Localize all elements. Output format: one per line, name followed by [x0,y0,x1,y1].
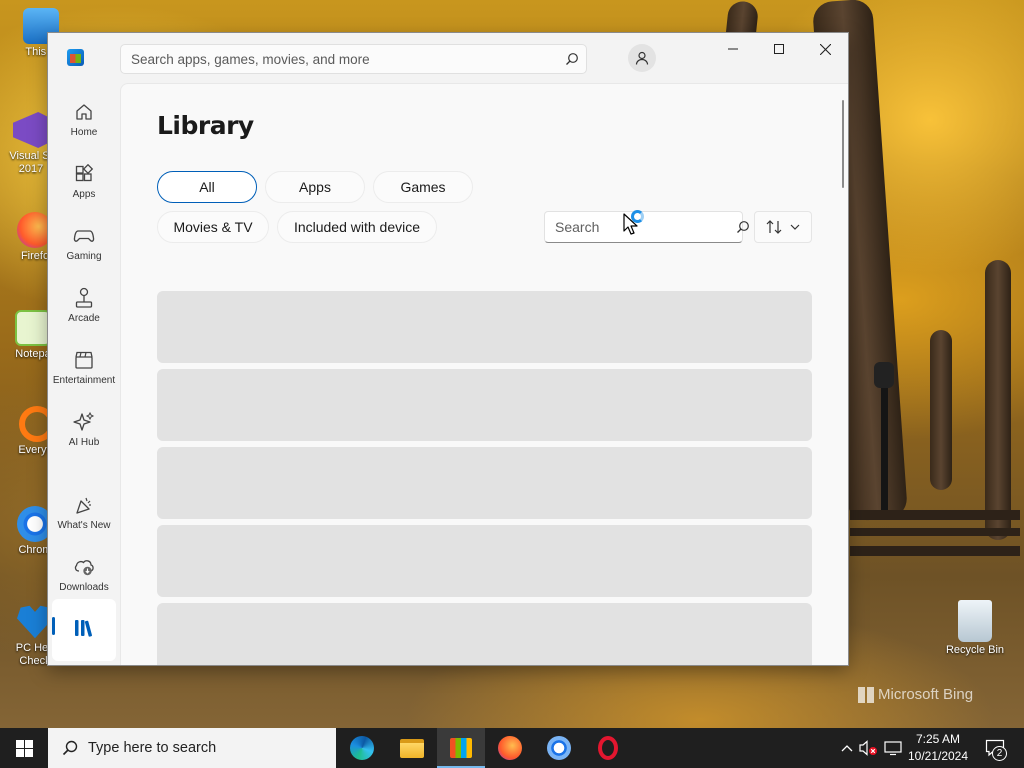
desktop-icon-recycle-bin[interactable]: Recycle Bin [942,600,1008,657]
download-cloud-icon [73,556,95,578]
windows-logo-icon [858,686,874,703]
bing-watermark: Microsoft Bing [858,686,973,703]
minimize-button[interactable] [710,33,756,65]
filter-all[interactable]: All [157,171,257,203]
volume-button[interactable] [858,728,880,768]
party-icon [73,494,95,516]
home-icon [73,101,95,123]
search-icon [62,740,78,756]
filter-apps[interactable]: Apps [265,171,365,203]
nav-item-whats-new[interactable]: What's New [52,484,116,540]
taskbar-microsoft-store[interactable] [437,728,485,768]
taskbar-firefox[interactable] [486,728,534,768]
taskbar-clock[interactable]: 7:25 AM 10/21/2024 [904,731,972,765]
nav-item-gaming[interactable]: Gaming [52,215,116,271]
busy-spinner-icon [631,210,644,223]
search-icon[interactable] [558,45,586,73]
taskbar-edge[interactable] [338,728,386,768]
search-icon[interactable] [736,213,750,241]
loading-placeholder-row [157,369,812,441]
volume-muted-icon [859,740,877,756]
chevron-down-icon [790,224,800,230]
maximize-button[interactable] [756,33,802,65]
chrome-icon [547,736,571,760]
store-search-box[interactable] [120,44,587,74]
loading-placeholder-row [157,291,812,363]
notification-center-button[interactable]: 2 [980,728,1010,768]
chevron-up-icon [841,745,853,752]
nav-item-arcade[interactable]: Arcade [52,277,116,333]
navigation-rail: Home Apps Gaming Arcade Entertainment AI… [48,83,120,665]
store-window: Home Apps Gaming Arcade Entertainment AI… [48,33,848,665]
nav-item-library[interactable] [52,599,116,661]
edge-icon [350,736,374,760]
library-page: Library All Apps Games Movies & TV Inclu… [120,83,848,665]
nav-item-entertainment[interactable]: Entertainment [52,339,116,395]
nav-item-home[interactable]: Home [52,91,116,147]
title-bar[interactable] [48,33,848,83]
store-bag-icon [450,738,472,758]
close-icon [819,43,831,55]
close-button[interactable] [802,33,848,65]
nav-item-ai-hub[interactable]: AI Hub [52,401,116,457]
page-title: Library [157,111,254,140]
network-icon [884,741,902,756]
folder-icon [400,738,424,758]
clapperboard-icon [73,349,95,371]
nav-item-apps[interactable]: Apps [52,153,116,209]
windows-logo-icon [15,739,33,757]
sparkle-icon [73,411,95,433]
filter-games[interactable]: Games [373,171,473,203]
loading-placeholder-row [157,603,812,665]
notification-count-badge: 2 [992,746,1007,761]
network-button[interactable] [882,728,904,768]
taskbar-search-box[interactable]: Type here to search [48,728,336,768]
show-hidden-icons-button[interactable] [838,728,856,768]
visual-studio-icon [13,112,49,148]
taskbar: Type here to search 7:25 AM 10/21/2024 2 [0,728,1024,768]
vertical-scrollbar[interactable] [842,100,844,188]
loading-placeholder-row [157,447,812,519]
filter-movies-tv[interactable]: Movies & TV [157,211,269,243]
sort-button[interactable] [754,211,812,243]
firefox-icon [498,736,522,760]
loading-placeholder-row [157,525,812,597]
minimize-icon [728,48,738,50]
opera-icon [598,736,618,760]
nav-item-downloads[interactable]: Downloads [52,546,116,602]
joystick-icon [73,287,95,309]
library-icon [73,617,95,639]
maximize-icon [774,44,784,54]
sort-arrows-icon [766,220,782,234]
taskbar-file-explorer[interactable] [388,728,436,768]
store-logo-icon [67,49,84,66]
recycle-bin-icon [958,600,992,642]
notepad-plus-icon [15,310,51,346]
filter-included-with-device[interactable]: Included with device [277,211,437,243]
apps-icon [73,163,95,185]
store-search-input[interactable] [121,45,558,73]
start-button[interactable] [0,728,48,768]
taskbar-chrome[interactable] [535,728,583,768]
taskbar-opera[interactable] [584,728,632,768]
person-icon [635,51,649,65]
gamepad-icon [73,225,95,247]
account-avatar-button[interactable] [628,44,656,72]
